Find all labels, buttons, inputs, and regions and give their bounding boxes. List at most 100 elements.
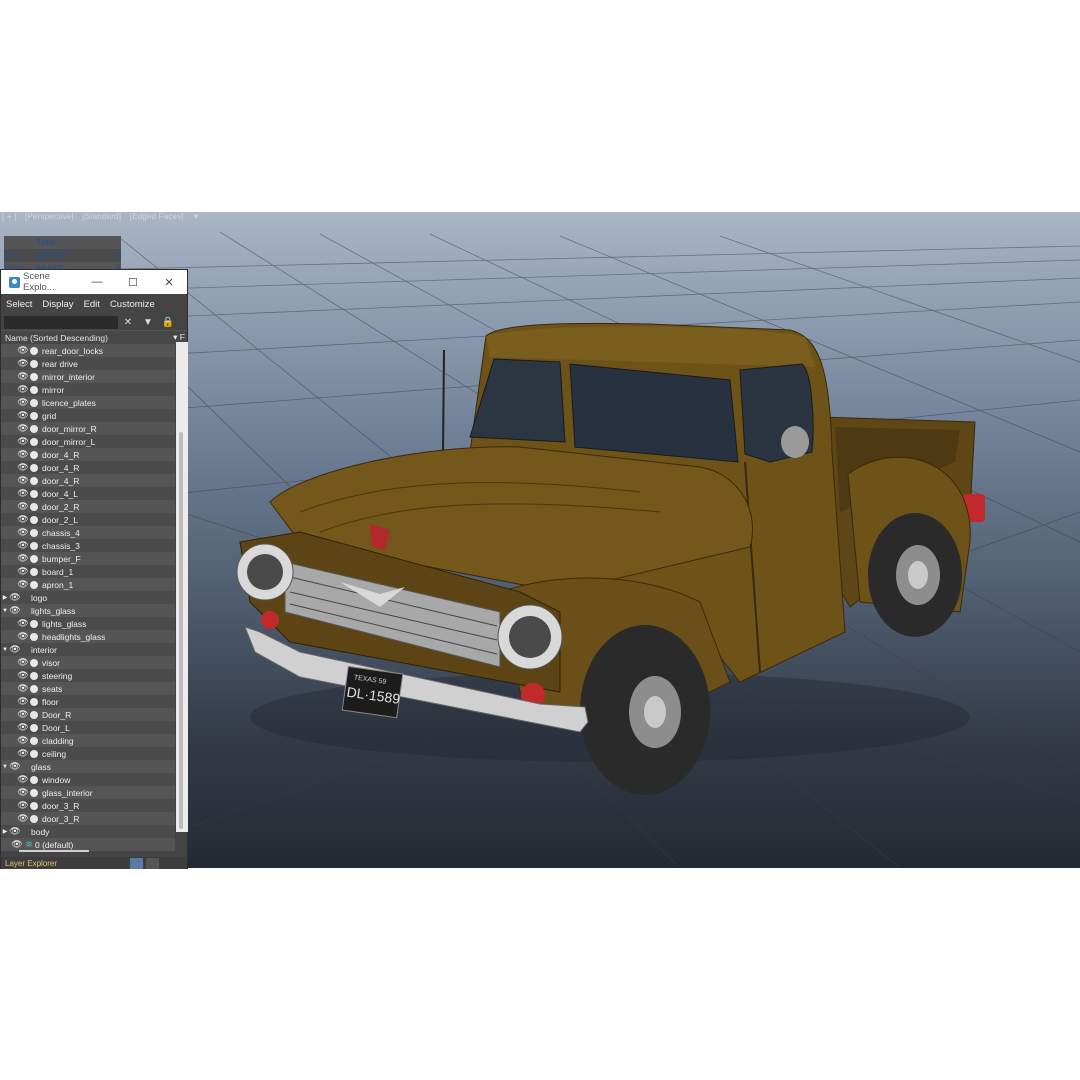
visibility-eye-icon[interactable]: 👁 (9, 592, 21, 603)
pickup-truck-model[interactable]: TEXAS 59 DL·1589 (236, 322, 985, 795)
vertical-scrollbar[interactable] (176, 342, 188, 832)
clear-search-icon[interactable]: ✕ (118, 317, 138, 328)
close-button[interactable]: ✕ (151, 276, 187, 289)
list-item[interactable]: 👁 door_4_L (1, 487, 175, 500)
collapsed-triangle-icon[interactable]: ▶ (1, 594, 9, 601)
visibility-eye-icon[interactable]: 👁 (17, 722, 29, 733)
scene-explorer-toggle-icon[interactable] (146, 857, 159, 869)
list-item[interactable]: 👁 door_3_R (1, 812, 175, 825)
visibility-eye-icon[interactable]: 👁 (17, 501, 29, 512)
layer-explorer-toggle-icon[interactable] (130, 857, 143, 869)
collapsed-triangle-icon[interactable]: ▶ (1, 828, 9, 835)
expanded-triangle-icon[interactable]: ▼ (1, 764, 9, 770)
visibility-eye-icon[interactable]: 👁 (17, 436, 29, 447)
list-item[interactable]: 👁 mirror (1, 383, 175, 396)
column-header-name[interactable]: Name (Sorted Descending) (5, 333, 108, 343)
list-item[interactable]: 👁 bumper_F (1, 552, 175, 565)
list-item[interactable]: 👁 rear drive (1, 357, 175, 370)
visibility-eye-icon[interactable]: 👁 (17, 527, 29, 538)
visibility-eye-icon[interactable]: 👁 (17, 462, 29, 473)
list-item[interactable]: ▼ 👁 glass (1, 760, 175, 773)
list-item[interactable]: 👁 window (1, 773, 175, 786)
list-item[interactable]: 👁 apron_1 (1, 578, 175, 591)
viewport-menu-standard[interactable]: [Standard] (82, 212, 121, 221)
visibility-eye-icon[interactable]: 👁 (9, 644, 21, 655)
list-item[interactable]: 👁 door_4_R (1, 474, 175, 487)
visibility-eye-icon[interactable]: 👁 (17, 696, 29, 707)
visibility-eye-icon[interactable]: 👁 (17, 449, 29, 460)
layer-explorer-bar[interactable]: Layer Explorer (1, 857, 187, 869)
visibility-eye-icon[interactable]: 👁 (17, 384, 29, 395)
minimize-button[interactable]: — (79, 276, 115, 288)
list-item[interactable]: ▼ 👁 lights_glass (1, 604, 175, 617)
list-item[interactable]: 👁 door_2_L (1, 513, 175, 526)
list-item[interactable]: 👁 visor (1, 656, 175, 669)
list-item[interactable]: ▶ 👁 body (1, 825, 175, 838)
visibility-eye-icon[interactable]: 👁 (9, 761, 21, 772)
list-item[interactable]: 👁 door_2_R (1, 500, 175, 513)
list-item[interactable]: ▶ 👁 logo (1, 591, 175, 604)
visibility-eye-icon[interactable]: 👁 (17, 748, 29, 759)
visibility-eye-icon[interactable]: 👁 (17, 618, 29, 629)
visibility-eye-icon[interactable]: 👁 (17, 358, 29, 369)
visibility-eye-icon[interactable]: 👁 (17, 683, 29, 694)
filter-icon[interactable]: ▼ (138, 317, 158, 328)
visibility-eye-icon[interactable]: 👁 (17, 631, 29, 642)
visibility-eye-icon[interactable]: 👁 (17, 345, 29, 356)
scene-explorer-window[interactable]: Scene Explo... — ☐ ✕ Select Display Edit… (0, 269, 188, 869)
list-item[interactable]: 👁 licence_plates (1, 396, 175, 409)
visibility-eye-icon[interactable]: 👁 (17, 371, 29, 382)
list-item[interactable]: 👁 door_4_R (1, 448, 175, 461)
visibility-eye-icon[interactable]: 👁 (17, 800, 29, 811)
expanded-triangle-icon[interactable]: ▼ (1, 608, 9, 614)
list-item[interactable]: 👁 headlights_glass (1, 630, 175, 643)
list-item[interactable]: 👁 chassis_3 (1, 539, 175, 552)
list-item[interactable]: 👁 door_mirror_L (1, 435, 175, 448)
viewport-label-bar[interactable]: [ + ] [Perspective] [Standard] [Edged Fa… (2, 212, 206, 221)
visibility-eye-icon[interactable]: 👁 (9, 605, 21, 616)
visibility-eye-icon[interactable]: 👁 (17, 410, 29, 421)
list-item[interactable]: 👁 Door_L (1, 721, 175, 734)
list-item[interactable]: 👁 chassis_4 (1, 526, 175, 539)
visibility-eye-icon[interactable]: 👁 (17, 566, 29, 577)
expanded-triangle-icon[interactable]: ▼ (1, 647, 9, 653)
visibility-eye-icon[interactable]: 👁 (17, 514, 29, 525)
filter-icon[interactable]: ▼ (192, 212, 200, 221)
visibility-eye-icon[interactable]: 👁 (9, 826, 21, 837)
visibility-eye-icon[interactable]: 👁 (17, 787, 29, 798)
list-item[interactable]: 👁 board_1 (1, 565, 175, 578)
menu-select[interactable]: Select (1, 299, 37, 310)
viewport-menu-plus[interactable]: [ + ] (2, 212, 17, 221)
scrollbar-thumb[interactable] (179, 432, 183, 829)
list-item[interactable]: 👁 door_4_R (1, 461, 175, 474)
list-item[interactable]: 👁 door_3_R (1, 799, 175, 812)
menu-display[interactable]: Display (37, 299, 78, 310)
visibility-eye-icon[interactable]: 👁 (17, 423, 29, 434)
visibility-eye-icon[interactable]: 👁 (17, 488, 29, 499)
column-header[interactable]: Name (Sorted Descending) ▾ F (1, 330, 187, 344)
list-item[interactable]: 👁 mirror_interior (1, 370, 175, 383)
visibility-eye-icon[interactable]: 👁 (11, 839, 23, 850)
visibility-eye-icon[interactable]: 👁 (17, 657, 29, 668)
list-item[interactable]: ▼ 👁 interior (1, 643, 175, 656)
visibility-eye-icon[interactable]: 👁 (17, 813, 29, 824)
layer-explorer-label[interactable]: Layer Explorer (5, 859, 130, 868)
viewport-menu-perspective[interactable]: [Perspective] (25, 212, 74, 221)
list-item[interactable]: 👁 ceiling (1, 747, 175, 760)
list-item[interactable]: 👁 Door_R (1, 708, 175, 721)
maximize-button[interactable]: ☐ (115, 276, 151, 289)
list-item[interactable]: 👁 seats (1, 682, 175, 695)
list-item[interactable]: 👁 door_mirror_R (1, 422, 175, 435)
visibility-eye-icon[interactable]: 👁 (17, 670, 29, 681)
visibility-eye-icon[interactable]: 👁 (17, 475, 29, 486)
visibility-eye-icon[interactable]: 👁 (17, 397, 29, 408)
visibility-eye-icon[interactable]: 👁 (17, 709, 29, 720)
list-item[interactable]: 👁 rear_door_locks (1, 344, 175, 357)
list-item[interactable]: 👁 floor (1, 695, 175, 708)
explorer-search-input[interactable] (4, 315, 118, 329)
list-item[interactable]: 👁 lights_glass (1, 617, 175, 630)
visibility-eye-icon[interactable]: 👁 (17, 735, 29, 746)
visibility-eye-icon[interactable]: 👁 (17, 553, 29, 564)
list-item[interactable]: 👁 cladding (1, 734, 175, 747)
explorer-title-bar[interactable]: Scene Explo... — ☐ ✕ (1, 270, 187, 294)
